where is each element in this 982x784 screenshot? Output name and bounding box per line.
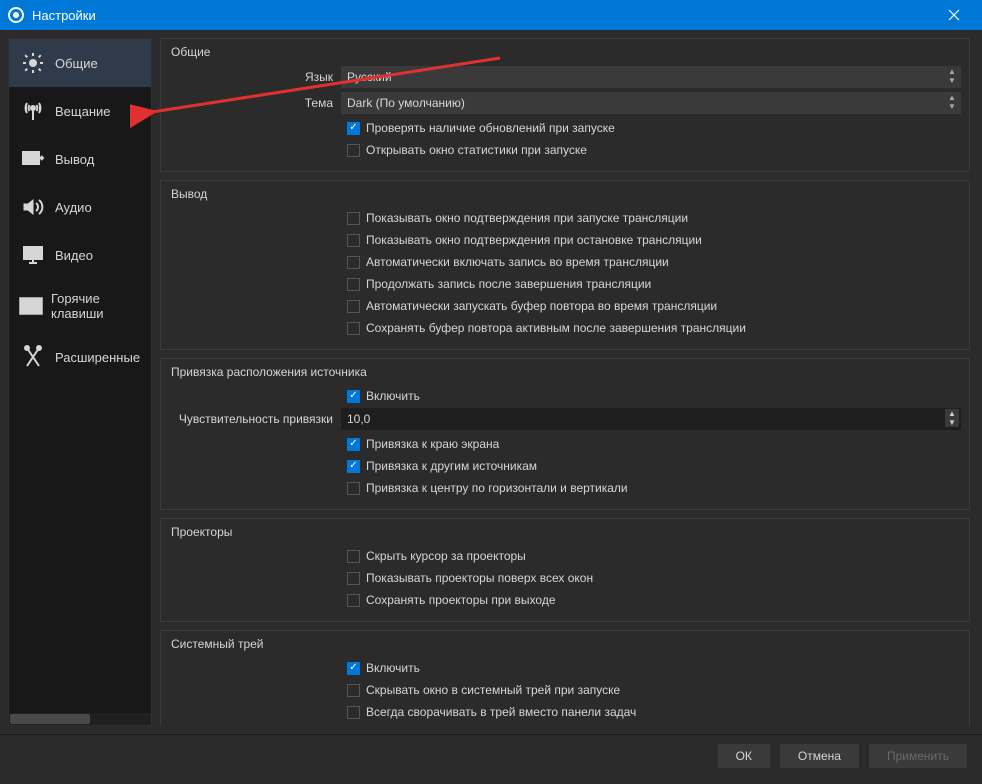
tray-always-minimize-checkbox[interactable]: Всегда сворачивать в трей вместо панели …	[169, 701, 961, 723]
group-output: Вывод Показывать окно подтверждения при …	[160, 180, 970, 350]
confirm-stop-checkbox[interactable]: Показывать окно подтверждения при остано…	[169, 229, 961, 251]
checkbox-label: Включить	[366, 657, 420, 679]
spinner-buttons[interactable]: ▲▼	[945, 409, 959, 427]
gear-icon	[19, 51, 47, 75]
snap-sources-checkbox[interactable]: Привязка к другим источникам	[169, 455, 961, 477]
group-title: Привязка расположения источника	[169, 365, 961, 379]
keyboard-icon	[19, 294, 43, 318]
speaker-icon	[19, 195, 47, 219]
titlebar: Настройки	[0, 0, 982, 30]
snap-enable-checkbox[interactable]: Включить	[169, 385, 961, 407]
checkbox-label: Продолжать запись после завершения транс…	[366, 273, 651, 295]
checkbox-label: Привязка к центру по горизонтали и верти…	[366, 477, 628, 499]
checkbox-label: Показывать проекторы поверх всех окон	[366, 567, 593, 589]
checkbox-label: Показывать окно подтверждения при запуск…	[366, 207, 688, 229]
sidebar-label: Общие	[55, 56, 98, 71]
combo-spinner[interactable]: ▲▼	[945, 93, 959, 111]
sidebar-label: Расширенные	[55, 350, 140, 365]
keep-record-checkbox[interactable]: Продолжать запись после завершения транс…	[169, 273, 961, 295]
checkbox-label: Показывать окно подтверждения при остано…	[366, 229, 702, 251]
proj-hide-cursor-checkbox[interactable]: Скрыть курсор за проекторы	[169, 545, 961, 567]
open-stats-checkbox[interactable]: Открывать окно статистики при запуске	[169, 139, 961, 161]
group-projectors: Проекторы Скрыть курсор за проекторы Пок…	[160, 518, 970, 622]
theme-combo[interactable]: Dark (По умолчанию) ▲▼	[341, 92, 961, 114]
checkbox-label: Автоматически включать запись во время т…	[366, 251, 669, 273]
checkbox-label: Скрыть курсор за проекторы	[366, 545, 526, 567]
settings-content[interactable]: Общие Язык Русский ▲▼ Тема Dark (По умолч…	[160, 38, 974, 726]
snap-sensitivity-label: Чувствительность привязки	[169, 412, 341, 426]
sidebar-item-output[interactable]: Вывод	[9, 135, 151, 183]
check-updates-checkbox[interactable]: Проверять наличие обновлений при запуске	[169, 117, 961, 139]
proj-save-checkbox[interactable]: Сохранять проекторы при выходе	[169, 589, 961, 611]
group-snapping: Привязка расположения источника Включить…	[160, 358, 970, 510]
group-general: Общие Язык Русский ▲▼ Тема Dark (По умолч…	[160, 38, 970, 172]
sidebar-label: Горячие клавиши	[51, 291, 141, 321]
group-title: Системный трей	[169, 637, 961, 651]
checkbox-label: Привязка к другим источникам	[366, 455, 537, 477]
snap-center-checkbox[interactable]: Привязка к центру по горизонтали и верти…	[169, 477, 961, 499]
sidebar: Общие Вещание Вывод Аудио Видео	[8, 38, 152, 726]
checkbox-label: Всегда сворачивать в трей вместо панели …	[366, 701, 636, 723]
proj-on-top-checkbox[interactable]: Показывать проекторы поверх всех окон	[169, 567, 961, 589]
confirm-start-checkbox[interactable]: Показывать окно подтверждения при запуск…	[169, 207, 961, 229]
sidebar-item-stream[interactable]: Вещание	[9, 87, 151, 135]
tools-icon	[19, 345, 47, 369]
theme-value: Dark (По умолчанию)	[347, 96, 465, 110]
auto-replay-checkbox[interactable]: Автоматически запускать буфер повтора во…	[169, 295, 961, 317]
checkbox-label: Скрывать окно в системный трей при запус…	[366, 679, 620, 701]
output-icon	[19, 147, 47, 171]
language-label: Язык	[169, 70, 341, 84]
group-title: Вывод	[169, 187, 961, 201]
checkbox-label: Сохранять буфер повтора активным после з…	[366, 317, 746, 339]
checkbox-label: Автоматически запускать буфер повтора во…	[366, 295, 717, 317]
group-systray: Системный трей Включить Скрывать окно в …	[160, 630, 970, 726]
antenna-icon	[19, 99, 47, 123]
combo-spinner[interactable]: ▲▼	[945, 67, 959, 85]
checkbox-label: Проверять наличие обновлений при запуске	[366, 117, 615, 139]
checkbox-label: Открывать окно статистики при запуске	[366, 139, 587, 161]
theme-label: Тема	[169, 96, 341, 110]
cancel-button[interactable]: Отмена	[779, 743, 860, 769]
keep-replay-checkbox[interactable]: Сохранять буфер повтора активным после з…	[169, 317, 961, 339]
snap-edge-checkbox[interactable]: Привязка к краю экрана	[169, 433, 961, 455]
sidebar-item-advanced[interactable]: Расширенные	[9, 333, 151, 381]
snap-sensitivity-input[interactable]: 10,0 ▲▼	[341, 408, 961, 430]
window-title: Настройки	[32, 8, 934, 23]
auto-record-checkbox[interactable]: Автоматически включать запись во время т…	[169, 251, 961, 273]
checkbox-label: Сохранять проекторы при выходе	[366, 589, 556, 611]
group-title: Проекторы	[169, 525, 961, 539]
tray-minimize-start-checkbox[interactable]: Скрывать окно в системный трей при запус…	[169, 679, 961, 701]
dialog-footer: ОК Отмена Применить	[0, 734, 982, 776]
monitor-icon	[19, 243, 47, 267]
sidebar-scrollbar[interactable]	[9, 713, 151, 725]
sidebar-label: Вещание	[55, 104, 111, 119]
checkbox-label: Привязка к краю экрана	[366, 433, 499, 455]
ok-button[interactable]: ОК	[717, 743, 771, 769]
sidebar-item-general[interactable]: Общие	[9, 39, 151, 87]
tray-enable-checkbox[interactable]: Включить	[169, 657, 961, 679]
sidebar-item-hotkeys[interactable]: Горячие клавиши	[9, 279, 151, 333]
apply-button[interactable]: Применить	[868, 743, 968, 769]
language-combo[interactable]: Русский ▲▼	[341, 66, 961, 88]
checkbox-label: Включить	[366, 385, 420, 407]
close-icon	[948, 9, 960, 21]
sidebar-item-audio[interactable]: Аудио	[9, 183, 151, 231]
sidebar-label: Аудио	[55, 200, 92, 215]
sidebar-label: Вывод	[55, 152, 94, 167]
group-title: Общие	[169, 45, 961, 59]
sidebar-item-video[interactable]: Видео	[9, 231, 151, 279]
sidebar-label: Видео	[55, 248, 93, 263]
app-icon	[8, 7, 24, 23]
language-value: Русский	[347, 70, 392, 84]
close-button[interactable]	[934, 0, 974, 30]
spin-value: 10,0	[347, 412, 370, 426]
